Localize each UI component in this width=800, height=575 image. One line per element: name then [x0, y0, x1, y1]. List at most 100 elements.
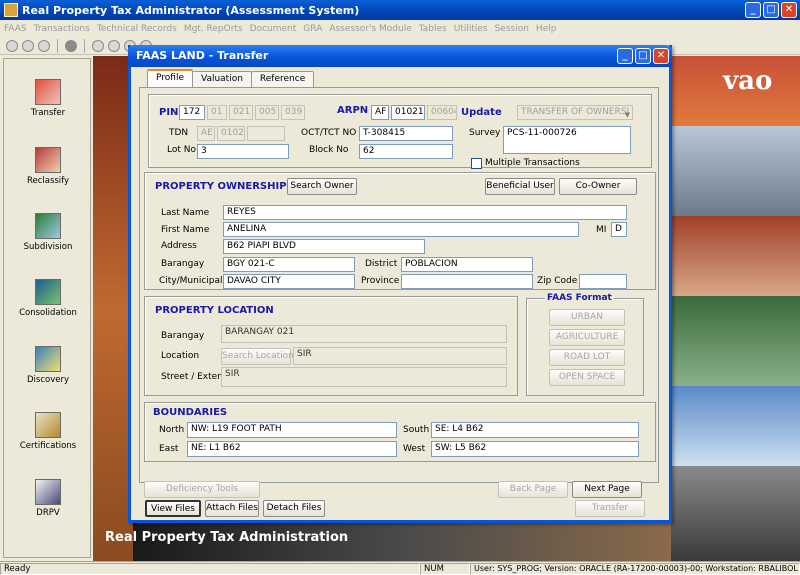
south-field[interactable]: SE: L4 B62: [431, 422, 639, 438]
background-photo: [671, 216, 800, 296]
transfer-button[interactable]: Transfer: [575, 500, 645, 517]
ownership-heading: PROPERTY OWNERSHIP: [155, 181, 287, 192]
mi-field[interactable]: D: [611, 222, 627, 237]
road-lot-button[interactable]: ROAD LOT: [549, 349, 625, 366]
address-label: Address: [161, 241, 197, 251]
sidebar: Transfer Reclassify Subdivision Consolid…: [3, 58, 91, 558]
tab-profile[interactable]: Profile: [147, 69, 193, 87]
close-button[interactable]: ✕: [781, 2, 797, 18]
background-photo: [671, 466, 800, 561]
attach-files-button[interactable]: Attach Files: [205, 500, 259, 517]
back-page-button[interactable]: Back Page: [498, 481, 568, 498]
street-field: SIR: [221, 367, 507, 387]
background-photo: [671, 126, 800, 216]
certifications-icon: [35, 412, 61, 438]
dialog-titlebar: FAAS LAND - Transfer _ □ ✕: [128, 45, 672, 67]
dialog-title: FAAS LAND - Transfer: [136, 49, 269, 62]
update-label[interactable]: Update: [461, 107, 502, 118]
pin-label: PIN: [159, 107, 179, 118]
sidebar-item-label: Consolidation: [19, 308, 77, 318]
banner-text: Real Property Tax Administration: [105, 530, 349, 545]
sidebar-item-drpv[interactable]: DRPV: [4, 479, 92, 518]
beneficial-user-button[interactable]: Beneficial User: [485, 178, 555, 195]
sidebar-item-discovery[interactable]: Discovery: [4, 346, 92, 385]
dialog-close-button[interactable]: ✕: [653, 48, 669, 64]
stop-icon[interactable]: [65, 39, 77, 52]
profile-panel: PIN 172 01 021 005 039 ARPN AF 01021 006…: [139, 87, 659, 498]
zoom-out-icon[interactable]: [22, 39, 34, 52]
menu-gra[interactable]: GRA: [303, 24, 322, 34]
province-field[interactable]: [401, 274, 533, 289]
menu-help[interactable]: Help: [536, 24, 557, 34]
arpn-suffix-field: 00604: [427, 105, 457, 120]
menu-mgt-reports[interactable]: Mgt. RepOrts: [184, 24, 243, 34]
first-name-field[interactable]: ANELINA: [223, 222, 579, 237]
menu-technical-records[interactable]: Technical Records: [97, 24, 177, 34]
pan-icon[interactable]: [38, 39, 50, 52]
block-no-field[interactable]: 62: [359, 144, 453, 159]
first-name-label: First Name: [161, 225, 210, 235]
urban-button[interactable]: URBAN: [549, 309, 625, 326]
davao-text: vao: [723, 66, 773, 96]
menu-tables[interactable]: Tables: [419, 24, 447, 34]
dialog-maximize-button[interactable]: □: [635, 48, 651, 64]
remove-icon[interactable]: [108, 39, 120, 52]
search-owner-button[interactable]: Search Owner: [287, 178, 357, 195]
last-name-field[interactable]: REYES: [223, 205, 627, 220]
view-files-button[interactable]: View Files: [145, 500, 201, 517]
location-heading: PROPERTY LOCATION: [155, 305, 274, 316]
pin-province-field[interactable]: 172: [179, 105, 205, 120]
boundaries-group: BOUNDARIES North NW: L19 FOOT PATH South…: [144, 402, 656, 462]
menu-session[interactable]: Session: [495, 24, 529, 34]
arpn-field[interactable]: 01021: [391, 105, 425, 120]
tab-reference[interactable]: Reference: [250, 71, 315, 87]
zip-code-field[interactable]: [579, 274, 627, 289]
oct-tct-label: OCT/TCT NO: [301, 128, 357, 138]
deficiency-tools-button[interactable]: Deficiency Tools: [144, 481, 260, 498]
lot-no-field[interactable]: 3: [197, 144, 289, 159]
menu-utilities[interactable]: Utilities: [454, 24, 488, 34]
north-field[interactable]: NW: L19 FOOT PATH: [187, 422, 397, 438]
menu-document[interactable]: Document: [250, 24, 297, 34]
app-icon: [4, 3, 18, 17]
menu-assessors-module[interactable]: Assessor's Module: [329, 24, 411, 34]
district-field[interactable]: POBLACION: [401, 257, 533, 272]
faas-format-heading: FAAS Format: [545, 293, 614, 303]
dialog-minimize-button[interactable]: _: [617, 48, 633, 64]
tdn-label: TDN: [169, 128, 189, 138]
arpn-prefix-field[interactable]: AF: [371, 105, 389, 120]
minimize-button[interactable]: _: [745, 2, 761, 18]
sidebar-item-transfer[interactable]: Transfer: [4, 79, 92, 118]
zoom-in-icon[interactable]: [6, 39, 18, 52]
menu-faas[interactable]: FAAS: [4, 24, 27, 34]
menu-transactions[interactable]: Transactions: [34, 24, 90, 34]
survey-field[interactable]: PCS-11-000726: [503, 126, 631, 154]
detach-files-button[interactable]: Detach Files: [263, 500, 325, 517]
next-page-button[interactable]: Next Page: [572, 481, 642, 498]
add-icon[interactable]: [92, 39, 104, 52]
background-photo: [671, 296, 800, 386]
sidebar-item-certifications[interactable]: Certifications: [4, 412, 92, 451]
maximize-button[interactable]: □: [763, 2, 779, 18]
sidebar-item-label: Subdivision: [23, 242, 73, 252]
search-location-button[interactable]: Search Location: [221, 348, 294, 365]
co-owner-button[interactable]: Co-Owner: [559, 178, 637, 195]
drpv-icon: [35, 479, 61, 505]
open-space-button[interactable]: OPEN SPACE: [549, 369, 625, 386]
tab-valuation[interactable]: Valuation: [191, 71, 252, 87]
agriculture-button[interactable]: AGRICULTURE: [549, 329, 625, 346]
north-label: North: [159, 425, 185, 435]
status-info: User: SYS_PROG; Version: ORACLE (RA-1720…: [470, 562, 800, 575]
identification-group: PIN 172 01 021 005 039 ARPN AF 01021 006…: [148, 94, 652, 169]
sidebar-item-consolidation[interactable]: Consolidation: [4, 279, 92, 318]
lot-no-label: Lot No: [167, 145, 196, 155]
east-field[interactable]: NE: L1 B62: [187, 441, 397, 457]
west-field[interactable]: SW: L5 B62: [431, 441, 639, 457]
multiple-transactions-checkbox[interactable]: [471, 158, 482, 169]
city-field[interactable]: DAVAO CITY: [223, 274, 355, 289]
address-field[interactable]: B62 PIAPI BLVD: [223, 239, 425, 254]
sidebar-item-reclassify[interactable]: Reclassify: [4, 147, 92, 186]
barangay-field[interactable]: BGY 021-C: [223, 257, 355, 272]
oct-tct-field[interactable]: T-308415: [359, 126, 453, 141]
sidebar-item-subdivision[interactable]: Subdivision: [4, 213, 92, 252]
